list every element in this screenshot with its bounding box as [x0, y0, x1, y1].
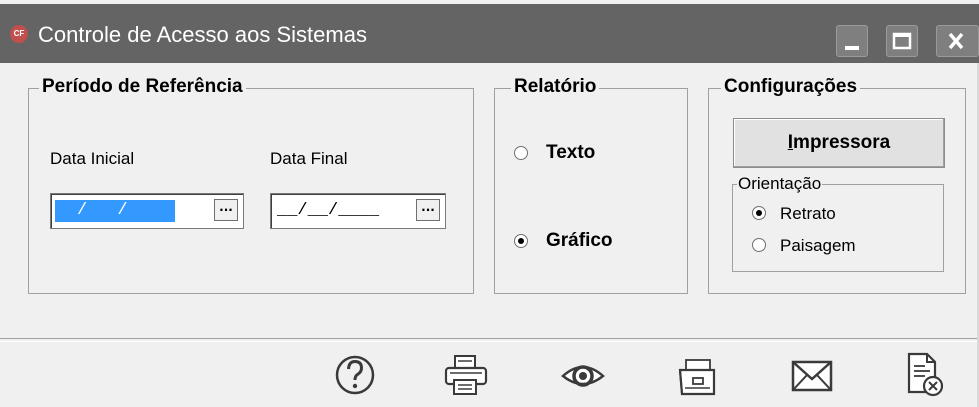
email-button[interactable]	[790, 352, 834, 398]
radio-retrato[interactable]	[752, 206, 766, 220]
radio-texto[interactable]	[514, 146, 528, 160]
impressora-button[interactable]: Impressora	[733, 118, 945, 168]
toolbar-separator	[0, 338, 979, 342]
data-final-field[interactable]: __/__/____ ...	[270, 193, 446, 229]
minimize-icon	[845, 46, 859, 50]
main-window: CF Controle de Acesso aos Sistemas Perío…	[0, 0, 979, 407]
open-folder-button[interactable]	[676, 352, 720, 398]
preview-eye-icon	[561, 365, 605, 387]
radio-retrato-label[interactable]: Retrato	[780, 203, 836, 225]
window-title: Controle de Acesso aos Sistemas	[38, 22, 367, 47]
maximize-button[interactable]	[886, 25, 918, 57]
data-final-value: __/__/____	[277, 201, 380, 220]
data-final-label: Data Final	[270, 149, 348, 168]
app-icon[interactable]: CF	[10, 25, 28, 43]
impressora-label: mpressora	[793, 132, 891, 153]
data-inicial-label: Data Inicial	[50, 149, 135, 168]
minimize-button[interactable]	[836, 25, 868, 57]
periodo-group: Período de Referência	[28, 75, 474, 294]
periodo-title: Período de Referência	[39, 75, 246, 99]
close-button[interactable]	[936, 25, 979, 57]
help-icon	[335, 355, 375, 395]
data-inicial-field[interactable]: / / ...	[50, 193, 244, 229]
close-icon	[948, 32, 964, 50]
print-button[interactable]	[444, 352, 488, 398]
radio-paisagem[interactable]	[752, 238, 766, 252]
configuracoes-title: Configurações	[721, 75, 861, 99]
radio-grafico[interactable]	[514, 234, 528, 248]
data-final-picker-button[interactable]: ...	[416, 199, 440, 221]
help-button[interactable]	[333, 352, 377, 398]
printer-icon	[444, 355, 488, 395]
orientacao-title: Orientação	[737, 173, 823, 195]
radio-paisagem-label[interactable]: Paisagem	[780, 235, 856, 257]
radio-texto-label[interactable]: Texto	[546, 141, 595, 165]
email-icon	[791, 360, 833, 392]
data-inicial-picker-button[interactable]: ...	[214, 199, 238, 221]
close-report-icon	[907, 352, 944, 397]
preview-button[interactable]	[561, 352, 605, 398]
data-inicial-value: / /	[55, 200, 175, 222]
close-report-button[interactable]	[903, 352, 947, 398]
title-bar[interactable]: CF Controle de Acesso aos Sistemas	[0, 4, 979, 63]
maximize-icon	[892, 32, 912, 50]
open-folder-icon	[678, 359, 716, 396]
relatorio-group: Relatório	[494, 75, 688, 294]
relatorio-title: Relatório	[511, 75, 600, 99]
radio-grafico-label[interactable]: Gráfico	[546, 229, 613, 253]
orientacao-group: Orientação	[732, 173, 944, 272]
